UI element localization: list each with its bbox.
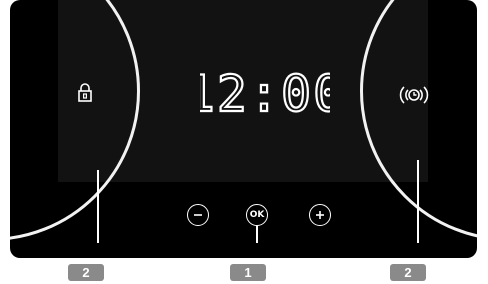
time-text: 12:00 xyxy=(200,66,330,118)
minus-icon xyxy=(194,214,202,216)
callout-badge-right: 2 xyxy=(390,264,426,281)
ok-button[interactable]: OK xyxy=(246,204,268,226)
control-panel: 12:00 OK xyxy=(10,0,477,258)
lock-icon[interactable] xyxy=(78,82,92,106)
left-arc xyxy=(10,0,140,241)
callout-line-left xyxy=(97,170,99,243)
plus-icon xyxy=(316,211,324,219)
plus-button[interactable] xyxy=(309,204,331,226)
callout-badge-left: 2 xyxy=(68,264,104,281)
alarm-clock-icon[interactable] xyxy=(398,84,430,110)
callout-line-center xyxy=(256,226,258,243)
callout-line-right xyxy=(417,160,419,243)
callout-badge-center: 1 xyxy=(230,264,266,281)
minus-button[interactable] xyxy=(187,204,209,226)
clock-time: 12:00 xyxy=(200,66,330,118)
ok-label: OK xyxy=(249,210,265,220)
